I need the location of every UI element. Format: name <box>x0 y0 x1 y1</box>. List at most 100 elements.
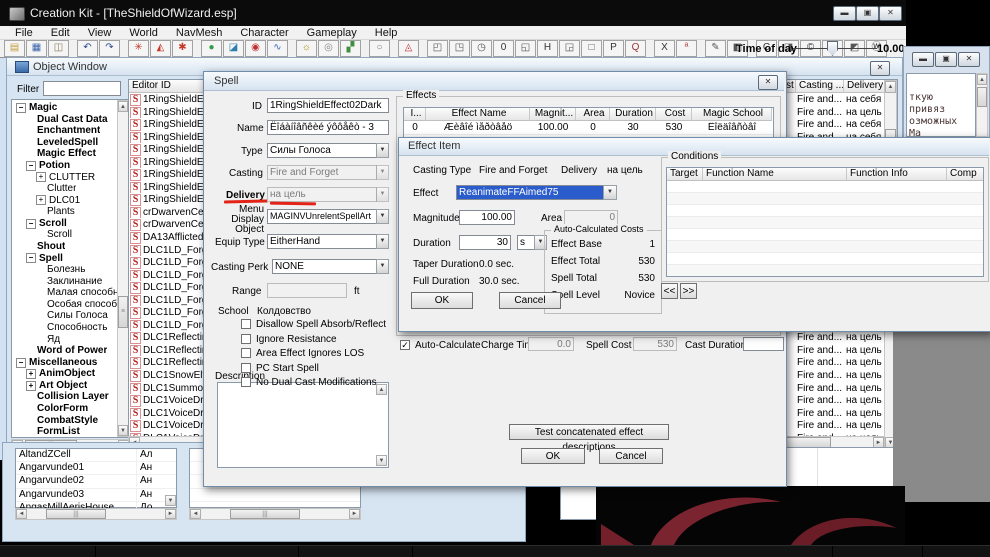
collapse-icon[interactable]: − <box>26 253 36 263</box>
save-icon[interactable]: ▦ <box>26 40 47 57</box>
menu-item-gameplay[interactable]: Gameplay <box>298 27 366 39</box>
effects-column-4[interactable]: Duration <box>610 108 656 121</box>
preview-vscrollbar[interactable]: ▲ <box>976 73 988 137</box>
tree-item-особая-способность[interactable]: Особая способность <box>14 299 129 311</box>
cell-row[interactable]: Angarvunde02Ан <box>16 475 176 488</box>
type-combo[interactable]: Силы Голоса <box>267 143 377 158</box>
cube-wire-icon[interactable]: ◲ <box>559 40 580 57</box>
redo-icon[interactable]: ↷ <box>99 40 120 57</box>
checkbox-2[interactable] <box>241 348 251 358</box>
preview-close-button[interactable]: ✕ <box>958 52 980 67</box>
zero-marker-icon[interactable]: 0 <box>493 40 514 57</box>
menu-item-edit[interactable]: Edit <box>42 27 79 39</box>
test-descriptions-button[interactable]: Test concatenated effect descriptions <box>509 424 669 440</box>
sketch-icon[interactable]: ✎ <box>705 40 726 57</box>
id-input[interactable]: 1RingShieldEffect02Dark <box>267 98 389 113</box>
tree-item-яд[interactable]: Яд <box>14 334 129 346</box>
description-textarea[interactable]: ▲ ▼ <box>217 382 389 468</box>
column-header-casting[interactable]: Casting ... <box>796 80 844 93</box>
cube-move-icon[interactable]: ◳ <box>449 40 470 57</box>
spell-dialog-close-icon[interactable]: ✕ <box>758 75 778 90</box>
taskbar[interactable] <box>0 545 990 557</box>
equip-type-combo[interactable]: EitherHand <box>267 234 377 249</box>
main-title-bar[interactable]: Creation Kit - [TheShieldOfWizard.esp] ▬… <box>0 0 906 26</box>
tree-item-combatstyle[interactable]: CombatStyle <box>14 415 129 427</box>
preview-minimize-button[interactable]: ▬ <box>912 52 934 67</box>
effects-column-5[interactable]: Cost <box>656 108 692 121</box>
checkbox-4[interactable] <box>241 377 251 387</box>
tree-item-spell[interactable]: −Spell <box>14 253 129 265</box>
tree-item-magic-effect[interactable]: Magic Effect <box>14 148 129 160</box>
tree-item-болезнь[interactable]: Болезнь <box>14 264 129 276</box>
effects-column-6[interactable]: Magic School <box>692 108 772 121</box>
tree-item-scroll[interactable]: −Scroll <box>14 218 129 230</box>
maximize-button[interactable]: ▣ <box>856 6 879 21</box>
duration-unit-combo[interactable]: s <box>517 235 535 250</box>
effect-combo-arrow-icon[interactable]: ▼ <box>603 185 617 200</box>
tree-item-magic[interactable]: −Magic <box>14 102 129 114</box>
effects-table-row[interactable]: 0Æèâîé ìåðòâåö100.00030530Êîëäîâñòâî <box>404 121 773 135</box>
effects-column-1[interactable]: Effect Name <box>426 108 530 121</box>
tree-item-clutter[interactable]: +CLUTTER <box>14 171 129 183</box>
room-marker-icon[interactable]: □ <box>581 40 602 57</box>
tree-item-collision-layer[interactable]: Collision Layer <box>14 391 129 403</box>
cube-solid-icon[interactable]: ◱ <box>515 40 536 57</box>
checkbox-3[interactable] <box>241 363 251 373</box>
preferences-icon[interactable]: ◫ <box>48 40 69 57</box>
tree-item-заклинание[interactable]: Заклинание <box>14 276 129 288</box>
animation-icon[interactable]: ∿ <box>267 40 288 57</box>
equip-type-combo-arrow-icon[interactable]: ▼ <box>376 234 389 249</box>
expand-icon[interactable]: + <box>36 172 46 182</box>
hall-marker-icon[interactable]: H <box>537 40 558 57</box>
lights-icon[interactable]: ☼ <box>296 40 317 57</box>
tree-item-animobject[interactable]: +AnimObject <box>14 368 129 380</box>
clock-icon[interactable]: ◷ <box>471 40 492 57</box>
sky-icon[interactable]: ◎ <box>318 40 339 57</box>
tree-item-dual-cast-data[interactable]: Dual Cast Data <box>14 114 129 126</box>
tree-item-colorform[interactable]: ColorForm <box>14 403 129 415</box>
menu-item-world[interactable]: World <box>120 27 167 39</box>
conditions-column-2[interactable]: Function Info <box>847 168 947 181</box>
cell-list-hscrollbar[interactable]: ◄ ||| ► <box>15 508 177 520</box>
snap-grid-icon[interactable]: ✳ <box>128 40 149 57</box>
menu-item-view[interactable]: View <box>79 27 121 39</box>
tree-item-enchantment[interactable]: Enchantment <box>14 125 129 137</box>
menu-item-character[interactable]: Character <box>231 27 297 39</box>
tree-item-способность[interactable]: Способность <box>14 322 129 334</box>
x-marker-icon[interactable]: X <box>654 40 675 57</box>
cast-duration-input[interactable] <box>743 337 784 351</box>
expand-icon[interactable]: + <box>26 369 36 379</box>
close-button[interactable]: ✕ <box>879 6 902 21</box>
spell-ok-button[interactable]: OK <box>521 448 585 464</box>
menu-display-combo-arrow-icon[interactable]: ▼ <box>376 209 389 224</box>
menu-item-file[interactable]: File <box>6 27 42 39</box>
dialogue-icon[interactable]: ○ <box>369 40 390 57</box>
conditions-column-1[interactable]: Function Name <box>703 168 847 181</box>
checkbox-1[interactable] <box>241 334 251 344</box>
collapse-icon[interactable]: − <box>26 219 36 229</box>
tree-item-силы-голоса[interactable]: Силы Голоса <box>14 310 129 322</box>
landscape-icon[interactable]: ◪ <box>223 40 244 57</box>
tree-item-potion[interactable]: −Potion <box>14 160 129 172</box>
conditions-next-button[interactable]: >> <box>680 283 697 299</box>
collapse-icon[interactable]: − <box>16 103 26 113</box>
object-window-close-icon[interactable]: ✕ <box>870 61 890 76</box>
expand-icon[interactable]: + <box>26 381 36 391</box>
undo-icon[interactable]: ↶ <box>77 40 98 57</box>
menu-item-navmesh[interactable]: NavMesh <box>167 27 231 39</box>
cell-row[interactable]: AltandZCellАл <box>16 449 176 462</box>
snap-angle-icon[interactable]: ◭ <box>150 40 171 57</box>
spell-cancel-button[interactable]: Cancel <box>599 448 663 464</box>
menu-item-help[interactable]: Help <box>366 27 407 39</box>
conditions-prev-button[interactable]: << <box>661 283 678 299</box>
heightmap-icon[interactable]: ◬ <box>398 40 419 57</box>
casting-perk-combo-arrow-icon[interactable]: ▼ <box>376 259 389 274</box>
tree-item-shout[interactable]: Shout <box>14 241 129 253</box>
tree-item-dlc01[interactable]: +DLC01 <box>14 195 129 207</box>
effects-column-0[interactable]: I... <box>404 108 426 121</box>
marker-a-icon[interactable]: ª <box>676 40 697 57</box>
type-combo-arrow-icon[interactable]: ▼ <box>376 143 389 158</box>
tree-item-clutter[interactable]: Clutter <box>14 183 129 195</box>
effect-combo[interactable]: ReanimateFFAimed75 <box>456 185 604 200</box>
portal-marker-icon[interactable]: P <box>603 40 624 57</box>
